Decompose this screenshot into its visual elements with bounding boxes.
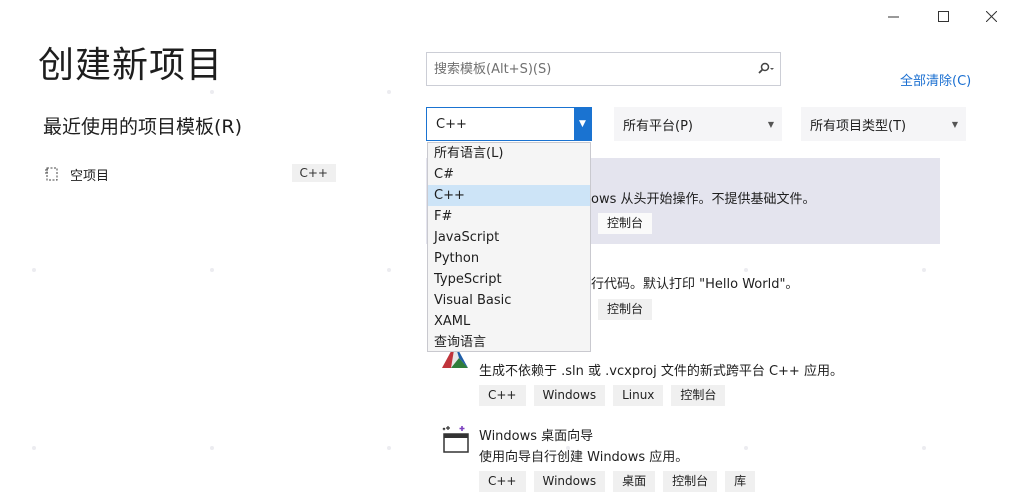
template-tag: Linux [613, 385, 664, 406]
template-tag: Windows [533, 385, 606, 406]
language-option[interactable]: Python [428, 248, 590, 269]
recent-item-empty-project[interactable]: 空项目 C++ [44, 160, 344, 188]
search-box[interactable] [426, 52, 781, 86]
language-option[interactable]: F# [428, 206, 590, 227]
project-type-filter[interactable]: 所有项目类型(T) ▼ [801, 107, 966, 141]
template-tag: C++ [479, 471, 526, 492]
language-filter[interactable]: C++ ▼ [426, 107, 592, 141]
language-option[interactable]: C# [428, 164, 590, 185]
platform-filter-value: 所有平台(P) [623, 118, 693, 134]
chevron-down-icon: ▼ [951, 119, 959, 129]
template-item[interactable]: Windows 桌面向导 使用向导自行创建 Windows 应用。 C++ Wi… [430, 424, 940, 492]
project-type-filter-value: 所有项目类型(T) [810, 118, 907, 134]
search-input[interactable] [432, 60, 752, 78]
bg-dot [210, 90, 214, 94]
minimize-icon [887, 16, 899, 17]
template-desc: 生成不依赖于 .sln 或 .vcxproj 文件的新式跨平台 C++ 应用。 [479, 364, 843, 379]
bg-dot [387, 446, 391, 450]
clear-all-link[interactable]: 全部清除(C) [900, 70, 971, 89]
chevron-down-icon[interactable]: ▼ [574, 108, 591, 140]
template-tag: Windows [533, 471, 606, 492]
language-option[interactable]: Visual Basic [428, 290, 590, 311]
bg-dot [387, 268, 391, 272]
language-option[interactable]: TypeScript [428, 269, 590, 290]
empty-project-icon [45, 167, 58, 181]
recent-item-tag: C++ [291, 164, 336, 182]
close-button[interactable] [968, 0, 1014, 32]
desktop-wizard-icon [442, 426, 469, 453]
bg-dot [387, 90, 391, 94]
template-tag: 控制台 [663, 471, 718, 492]
maximize-icon [937, 10, 949, 22]
chevron-down-icon: ▼ [767, 119, 775, 129]
template-tag: 控制台 [598, 299, 653, 320]
close-icon [985, 10, 997, 22]
template-tag: 控制台 [598, 213, 653, 234]
minimize-button[interactable] [870, 0, 916, 32]
language-option[interactable]: XAML [428, 311, 590, 332]
bg-dot [32, 446, 36, 450]
language-option[interactable]: 查询语言 [428, 332, 590, 353]
template-tag: 库 [725, 471, 756, 492]
language-option[interactable]: 所有语言(L) [428, 143, 590, 164]
bg-dot [210, 446, 214, 450]
language-option[interactable]: JavaScript [428, 227, 590, 248]
maximize-button[interactable] [920, 0, 966, 32]
search-icon[interactable] [752, 54, 780, 84]
recent-templates-heading: 最近使用的项目模板(R) [43, 116, 243, 138]
bg-dot [32, 268, 36, 272]
template-tag: 桌面 [613, 471, 656, 492]
template-title: Windows 桌面向导 [479, 429, 594, 444]
platform-filter[interactable]: 所有平台(P) ▼ [614, 107, 782, 141]
bg-dot [210, 268, 214, 272]
language-option-selected[interactable]: C++ [428, 185, 590, 206]
language-dropdown[interactable]: 所有语言(L) C# C++ F# JavaScript Python Type… [427, 142, 591, 352]
recent-item-label: 空项目 [70, 168, 110, 184]
template-tag: C++ [479, 385, 526, 406]
page-title: 创建新项目 [38, 45, 224, 86]
template-desc: ows 从头开始操作。不提供基础文件。 [591, 192, 816, 207]
template-tag: 控制台 [671, 385, 726, 406]
language-filter-value: C++ [436, 116, 467, 132]
template-desc: 使用向导自行创建 Windows 应用。 [479, 450, 689, 465]
template-desc: 行代码。默认打印 "Hello World"。 [591, 277, 799, 292]
